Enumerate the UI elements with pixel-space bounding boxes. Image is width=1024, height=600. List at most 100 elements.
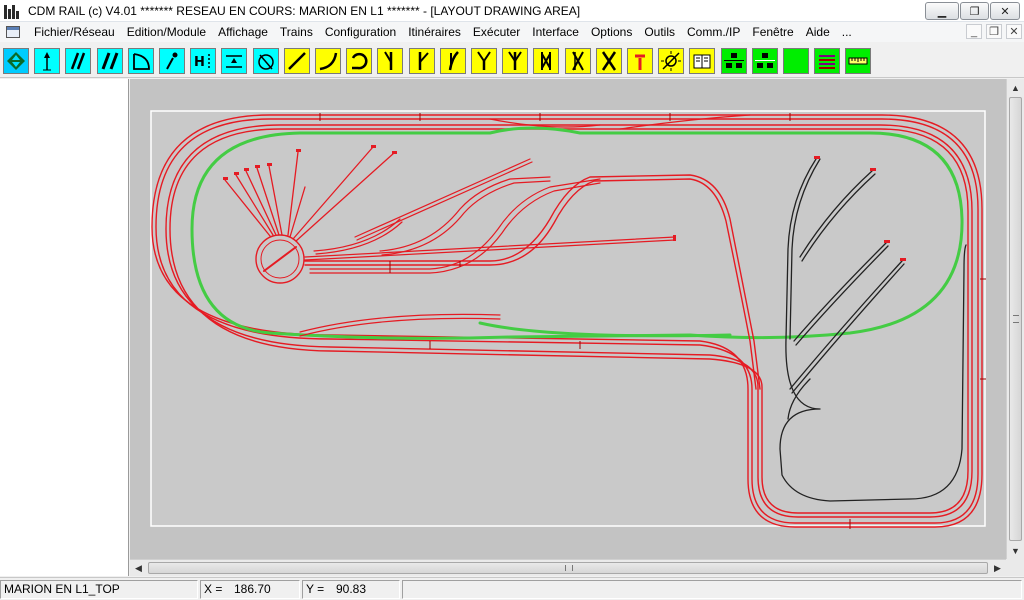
grip-icon (1013, 315, 1019, 323)
cdm-rail-window: CDM RAIL (c) V4.01 ******* RESEAU EN COU… (0, 0, 1024, 600)
sun-wand-icon (661, 51, 681, 71)
straight-track-icon (288, 52, 306, 70)
menu-bar: Fichier/Réseau Edition/Module Affichage Tra… (0, 22, 1024, 42)
turntable-icon (258, 54, 274, 70)
menu-item-1[interactable]: Edition/Module (121, 22, 212, 42)
layers-tool[interactable] (814, 48, 840, 74)
mdi-restore-button[interactable]: ❐ (986, 24, 1002, 39)
ruler-tool[interactable] (845, 48, 871, 74)
status-y-coordinate: Y = 90.83 (302, 580, 400, 599)
vertical-scroll-thumb[interactable] (1009, 97, 1022, 541)
ruler-icon (848, 57, 868, 65)
mdi-minimize-button[interactable]: _ (966, 24, 982, 39)
crossing-tool[interactable] (596, 48, 622, 74)
buffer-stop-tool[interactable] (627, 48, 653, 74)
status-x-coordinate: X = 186.70 (200, 580, 300, 599)
module-blocks-icon (724, 53, 744, 68)
menu-item-13[interactable]: ... (836, 22, 858, 42)
layout-drawing-area[interactable] (130, 79, 1006, 559)
vertical-scrollbar[interactable]: ▲ ▼ (1006, 79, 1024, 559)
scrollbar-corner (1006, 559, 1024, 576)
single-slip-icon (572, 51, 584, 71)
y-value: 90.83 (336, 582, 367, 596)
toolbar: H (0, 42, 1024, 78)
green-block-tool[interactable] (783, 48, 809, 74)
module-tool[interactable] (721, 48, 747, 74)
x-label: X = (204, 582, 223, 596)
document-window-icon[interactable] (6, 26, 20, 38)
single-slip-tool[interactable] (565, 48, 591, 74)
wizard-tool[interactable] (658, 48, 684, 74)
buffer-stop-icon (635, 54, 645, 70)
turntable-tool[interactable] (253, 48, 279, 74)
double-slash-tool[interactable] (65, 48, 91, 74)
menu-item-10[interactable]: Comm./IP (681, 22, 746, 42)
status-extra (402, 580, 1022, 599)
menu-item-2[interactable]: Affichage (212, 22, 274, 42)
straight-track-tool[interactable] (284, 48, 310, 74)
segment-tool[interactable] (159, 48, 185, 74)
curve-track-icon (319, 52, 338, 71)
layers-icon (819, 55, 835, 69)
book-icon (693, 54, 711, 69)
close-icon: ✕ (1000, 5, 1010, 18)
quarter-curve-tool[interactable] (128, 48, 154, 74)
platform-tool[interactable] (221, 48, 247, 74)
double-slip-tool[interactable] (533, 48, 559, 74)
menu-item-12[interactable]: Aide (800, 22, 836, 42)
double-slash-icon (70, 52, 86, 70)
menu-item-11[interactable]: Fenêtre (746, 22, 799, 42)
mdi-close-button[interactable]: ✕ (1006, 24, 1022, 39)
horizontal-scroll-thumb[interactable] (148, 562, 988, 574)
title-bar: CDM RAIL (c) V4.01 ******* RESEAU EN COU… (0, 0, 1024, 22)
wye-turnout-tool[interactable] (471, 48, 497, 74)
layout-board (150, 110, 986, 527)
track-layout-canvas[interactable] (130, 79, 1006, 559)
menu-item-7[interactable]: Interface (526, 22, 585, 42)
dot-line-icon (166, 52, 178, 70)
loop-track-icon (351, 52, 368, 70)
scroll-right-icon[interactable]: ▶ (989, 560, 1006, 576)
scroll-up-icon[interactable]: ▲ (1007, 79, 1024, 96)
menu-item-5[interactable]: Itinéraires (402, 22, 467, 42)
horizontal-scrollbar[interactable]: ◀ ▶ (130, 559, 1006, 576)
app-logo-icon (4, 3, 20, 19)
signal-tool[interactable] (34, 48, 60, 74)
platform-icon (226, 55, 242, 68)
menu-item-6[interactable]: Exécuter (467, 22, 526, 42)
curved-turnout-tool[interactable] (440, 48, 466, 74)
window-title: CDM RAIL (c) V4.01 ******* RESEAU EN COU… (28, 3, 581, 18)
minimize-icon: ▁ (937, 5, 947, 18)
height-tool[interactable]: H (190, 48, 216, 74)
three-way-turnout-tool[interactable] (502, 48, 528, 74)
menu-item-9[interactable]: Outils (638, 22, 681, 42)
left-turnout-tool[interactable] (377, 48, 403, 74)
right-turnout-tool[interactable] (409, 48, 435, 74)
scroll-down-icon[interactable]: ▼ (1007, 542, 1024, 559)
double-italic-tool[interactable] (97, 48, 123, 74)
close-button[interactable]: ✕ (990, 2, 1020, 20)
menu-item-8[interactable]: Options (585, 22, 638, 42)
menu-item-4[interactable]: Configuration (319, 22, 402, 42)
navigate-tool[interactable] (3, 48, 29, 74)
catalog-tool[interactable] (689, 48, 715, 74)
diamond-arrows-icon (7, 52, 25, 70)
maximize-icon: ❐ (969, 5, 980, 18)
loop-track-tool[interactable] (346, 48, 372, 74)
status-bar: MARION EN L1_TOP X = 186.70 Y = 90.83 (0, 577, 1024, 600)
maximize-button[interactable]: ❐ (960, 2, 989, 20)
crossing-icon (601, 51, 617, 71)
left-panel (0, 79, 129, 576)
left-turnout-icon (384, 51, 393, 70)
height-icon: H (194, 54, 210, 70)
three-way-turnout-icon (508, 51, 522, 70)
curve-track-tool[interactable] (315, 48, 341, 74)
menu-item-3[interactable]: Trains (274, 22, 319, 42)
curved-turnout-icon (448, 51, 459, 71)
wye-turnout-icon (477, 51, 491, 70)
menu-item-0[interactable]: Fichier/Réseau (28, 22, 121, 42)
scroll-left-icon[interactable]: ◀ (130, 560, 147, 576)
module-edit-tool[interactable] (752, 48, 778, 74)
right-turnout-icon (418, 52, 429, 70)
minimize-button[interactable]: ▁ (925, 2, 959, 20)
